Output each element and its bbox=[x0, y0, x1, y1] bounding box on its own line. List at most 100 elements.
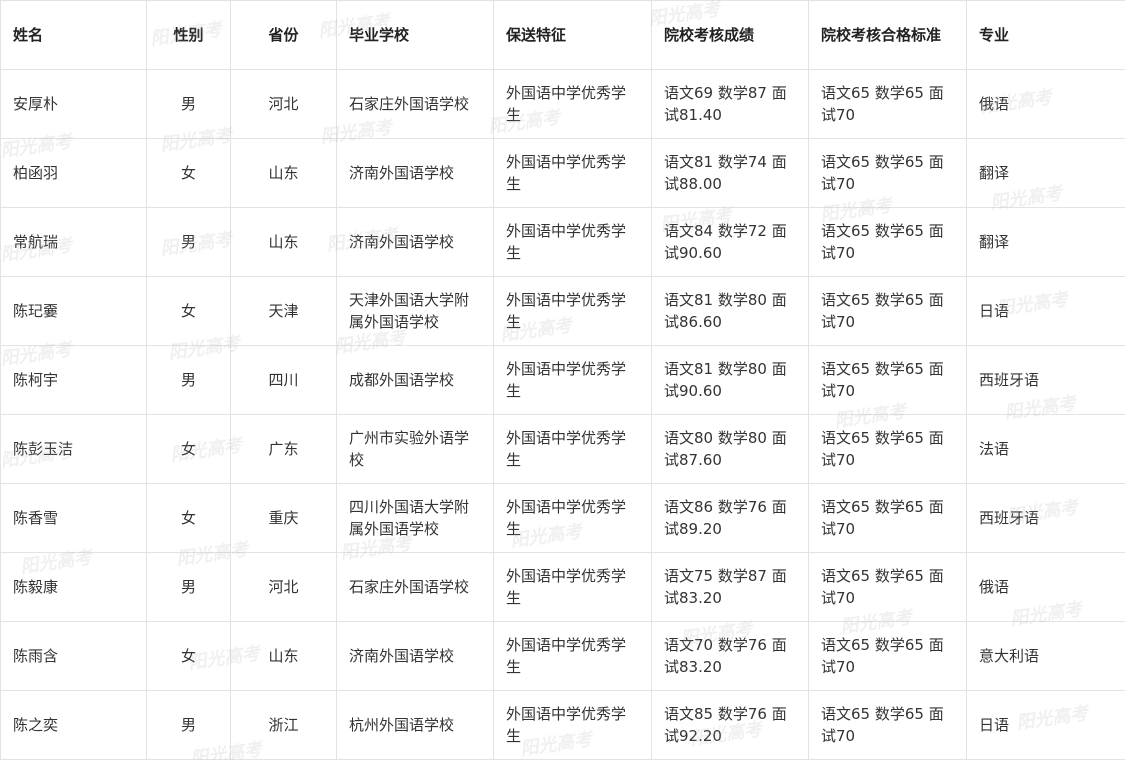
header-gender: 性别 bbox=[146, 0, 231, 70]
table-header-row: 姓名 性别 省份 毕业学校 保送特征 院校考核成绩 院校考核合格标准 专业 bbox=[0, 0, 1125, 70]
cell-major: 意大利语 bbox=[966, 621, 1125, 691]
cell-gender: 男 bbox=[146, 69, 231, 139]
cell-school: 石家庄外国语学校 bbox=[336, 552, 494, 622]
cell-score: 语文84 数学72 面试90.60 bbox=[651, 207, 809, 277]
cell-name: 陈柯宇 bbox=[0, 345, 147, 415]
cell-standard: 语文65 数学65 面试70 bbox=[808, 483, 967, 553]
header-feature: 保送特征 bbox=[493, 0, 652, 70]
cell-gender: 男 bbox=[146, 345, 231, 415]
page: 姓名 性别 省份 毕业学校 保送特征 院校考核成绩 院校考核合格标准 专业 安厚… bbox=[0, 0, 1125, 760]
cell-standard: 语文65 数学65 面试70 bbox=[808, 345, 967, 415]
cell-school: 成都外国语学校 bbox=[336, 345, 494, 415]
header-standard: 院校考核合格标准 bbox=[808, 0, 967, 70]
cell-gender: 男 bbox=[146, 690, 231, 760]
cell-province: 重庆 bbox=[230, 483, 337, 553]
admission-table: 姓名 性别 省份 毕业学校 保送特征 院校考核成绩 院校考核合格标准 专业 安厚… bbox=[0, 0, 1125, 760]
table-row: 陈香雪 女 重庆 四川外国语大学附属外国语学校 外国语中学优秀学生 语文86 数… bbox=[0, 483, 1125, 553]
cell-feature: 外国语中学优秀学生 bbox=[493, 483, 652, 553]
table-row: 陈雨含 女 山东 济南外国语学校 外国语中学优秀学生 语文70 数学76 面试8… bbox=[0, 621, 1125, 691]
header-province: 省份 bbox=[230, 0, 337, 70]
cell-name: 柏函羽 bbox=[0, 138, 147, 208]
table-row: 陈玘嫑 女 天津 天津外国语大学附属外国语学校 外国语中学优秀学生 语文81 数… bbox=[0, 276, 1125, 346]
cell-school: 广州市实验外语学校 bbox=[336, 414, 494, 484]
cell-province: 山东 bbox=[230, 621, 337, 691]
table-row: 陈之奕 男 浙江 杭州外国语学校 外国语中学优秀学生 语文85 数学76 面试9… bbox=[0, 690, 1125, 760]
cell-province: 天津 bbox=[230, 276, 337, 346]
cell-gender: 女 bbox=[146, 276, 231, 346]
cell-gender: 女 bbox=[146, 483, 231, 553]
cell-province: 山东 bbox=[230, 207, 337, 277]
cell-name: 安厚朴 bbox=[0, 69, 147, 139]
table-row: 柏函羽 女 山东 济南外国语学校 外国语中学优秀学生 语文81 数学74 面试8… bbox=[0, 138, 1125, 208]
cell-major: 日语 bbox=[966, 276, 1125, 346]
cell-feature: 外国语中学优秀学生 bbox=[493, 690, 652, 760]
cell-name: 陈雨含 bbox=[0, 621, 147, 691]
cell-score: 语文85 数学76 面试92.20 bbox=[651, 690, 809, 760]
cell-province: 浙江 bbox=[230, 690, 337, 760]
cell-school: 杭州外国语学校 bbox=[336, 690, 494, 760]
cell-score: 语文75 数学87 面试83.20 bbox=[651, 552, 809, 622]
cell-major: 日语 bbox=[966, 690, 1125, 760]
header-school: 毕业学校 bbox=[336, 0, 494, 70]
cell-score: 语文81 数学80 面试86.60 bbox=[651, 276, 809, 346]
cell-major: 法语 bbox=[966, 414, 1125, 484]
cell-standard: 语文65 数学65 面试70 bbox=[808, 621, 967, 691]
table-row: 陈柯宇 男 四川 成都外国语学校 外国语中学优秀学生 语文81 数学80 面试9… bbox=[0, 345, 1125, 415]
cell-province: 河北 bbox=[230, 552, 337, 622]
cell-standard: 语文65 数学65 面试70 bbox=[808, 69, 967, 139]
header-major: 专业 bbox=[966, 0, 1125, 70]
cell-score: 语文69 数学87 面试81.40 bbox=[651, 69, 809, 139]
table-body: 安厚朴 男 河北 石家庄外国语学校 外国语中学优秀学生 语文69 数学87 面试… bbox=[0, 69, 1125, 760]
cell-gender: 女 bbox=[146, 621, 231, 691]
cell-name: 陈毅康 bbox=[0, 552, 147, 622]
cell-gender: 男 bbox=[146, 552, 231, 622]
cell-province: 四川 bbox=[230, 345, 337, 415]
cell-feature: 外国语中学优秀学生 bbox=[493, 621, 652, 691]
cell-major: 翻译 bbox=[966, 138, 1125, 208]
cell-feature: 外国语中学优秀学生 bbox=[493, 138, 652, 208]
table-row: 安厚朴 男 河北 石家庄外国语学校 外国语中学优秀学生 语文69 数学87 面试… bbox=[0, 69, 1125, 139]
cell-major: 西班牙语 bbox=[966, 483, 1125, 553]
table-row: 陈毅康 男 河北 石家庄外国语学校 外国语中学优秀学生 语文75 数学87 面试… bbox=[0, 552, 1125, 622]
cell-standard: 语文65 数学65 面试70 bbox=[808, 138, 967, 208]
cell-major: 俄语 bbox=[966, 69, 1125, 139]
cell-school: 天津外国语大学附属外国语学校 bbox=[336, 276, 494, 346]
cell-score: 语文81 数学74 面试88.00 bbox=[651, 138, 809, 208]
cell-score: 语文70 数学76 面试83.20 bbox=[651, 621, 809, 691]
cell-school: 济南外国语学校 bbox=[336, 138, 494, 208]
cell-major: 翻译 bbox=[966, 207, 1125, 277]
cell-province: 广东 bbox=[230, 414, 337, 484]
cell-feature: 外国语中学优秀学生 bbox=[493, 207, 652, 277]
header-name: 姓名 bbox=[0, 0, 147, 70]
cell-name: 陈之奕 bbox=[0, 690, 147, 760]
cell-standard: 语文65 数学65 面试70 bbox=[808, 690, 967, 760]
cell-gender: 男 bbox=[146, 207, 231, 277]
cell-feature: 外国语中学优秀学生 bbox=[493, 414, 652, 484]
table-row: 常航瑞 男 山东 济南外国语学校 外国语中学优秀学生 语文84 数学72 面试9… bbox=[0, 207, 1125, 277]
cell-standard: 语文65 数学65 面试70 bbox=[808, 276, 967, 346]
cell-school: 济南外国语学校 bbox=[336, 207, 494, 277]
cell-feature: 外国语中学优秀学生 bbox=[493, 69, 652, 139]
cell-feature: 外国语中学优秀学生 bbox=[493, 345, 652, 415]
cell-name: 陈香雪 bbox=[0, 483, 147, 553]
cell-standard: 语文65 数学65 面试70 bbox=[808, 207, 967, 277]
cell-name: 陈彭玉洁 bbox=[0, 414, 147, 484]
cell-score: 语文80 数学80 面试87.60 bbox=[651, 414, 809, 484]
cell-standard: 语文65 数学65 面试70 bbox=[808, 414, 967, 484]
header-score: 院校考核成绩 bbox=[651, 0, 809, 70]
cell-standard: 语文65 数学65 面试70 bbox=[808, 552, 967, 622]
cell-score: 语文86 数学76 面试89.20 bbox=[651, 483, 809, 553]
cell-score: 语文81 数学80 面试90.60 bbox=[651, 345, 809, 415]
cell-school: 四川外国语大学附属外国语学校 bbox=[336, 483, 494, 553]
cell-province: 山东 bbox=[230, 138, 337, 208]
cell-major: 俄语 bbox=[966, 552, 1125, 622]
cell-gender: 女 bbox=[146, 138, 231, 208]
cell-school: 石家庄外国语学校 bbox=[336, 69, 494, 139]
cell-feature: 外国语中学优秀学生 bbox=[493, 552, 652, 622]
cell-feature: 外国语中学优秀学生 bbox=[493, 276, 652, 346]
cell-school: 济南外国语学校 bbox=[336, 621, 494, 691]
cell-gender: 女 bbox=[146, 414, 231, 484]
cell-name: 常航瑞 bbox=[0, 207, 147, 277]
cell-major: 西班牙语 bbox=[966, 345, 1125, 415]
cell-name: 陈玘嫑 bbox=[0, 276, 147, 346]
